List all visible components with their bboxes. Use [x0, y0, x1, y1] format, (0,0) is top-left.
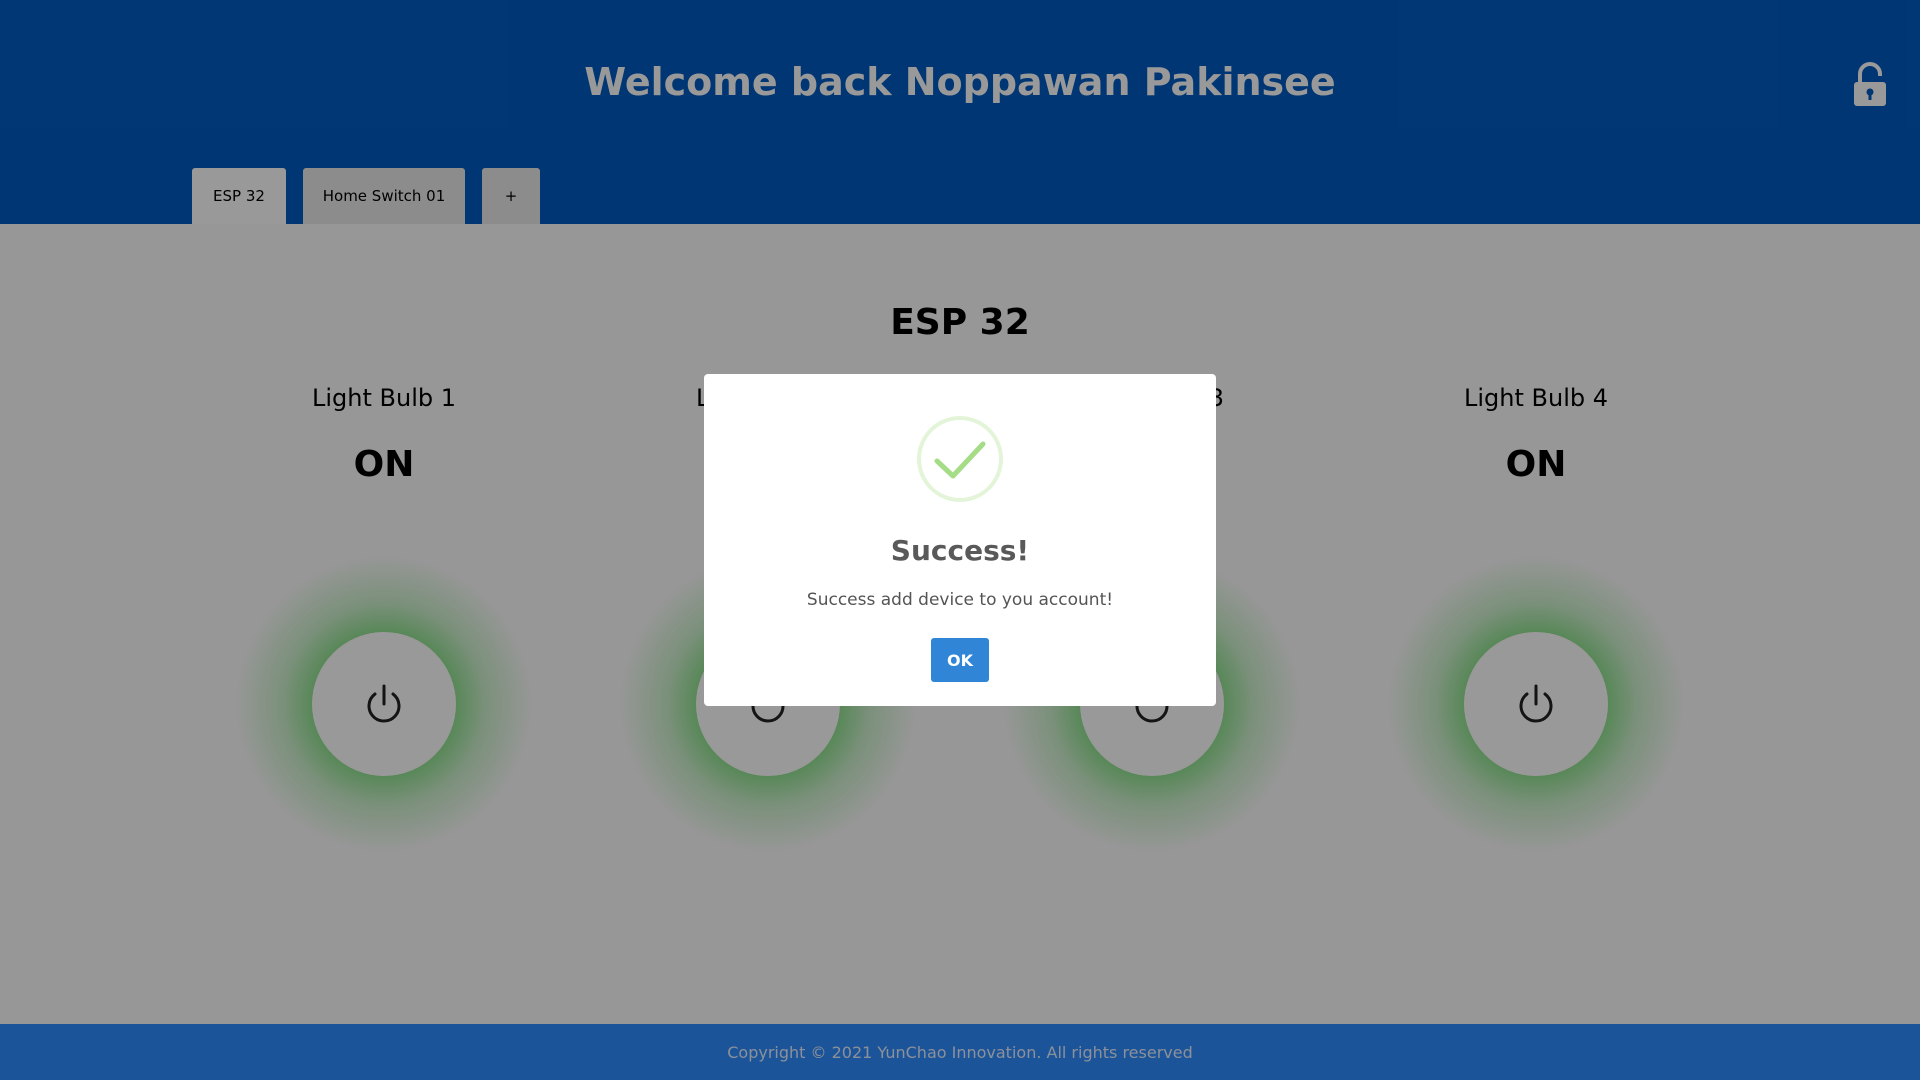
dialog-message: Success add device to you account!	[806, 590, 1114, 610]
checkmark-icon	[917, 416, 1003, 502]
dialog-title: Success!	[890, 534, 1030, 567]
success-dialog: Success! Success add device to you accou…	[704, 374, 1216, 706]
ok-button[interactable]: OK	[931, 638, 989, 682]
